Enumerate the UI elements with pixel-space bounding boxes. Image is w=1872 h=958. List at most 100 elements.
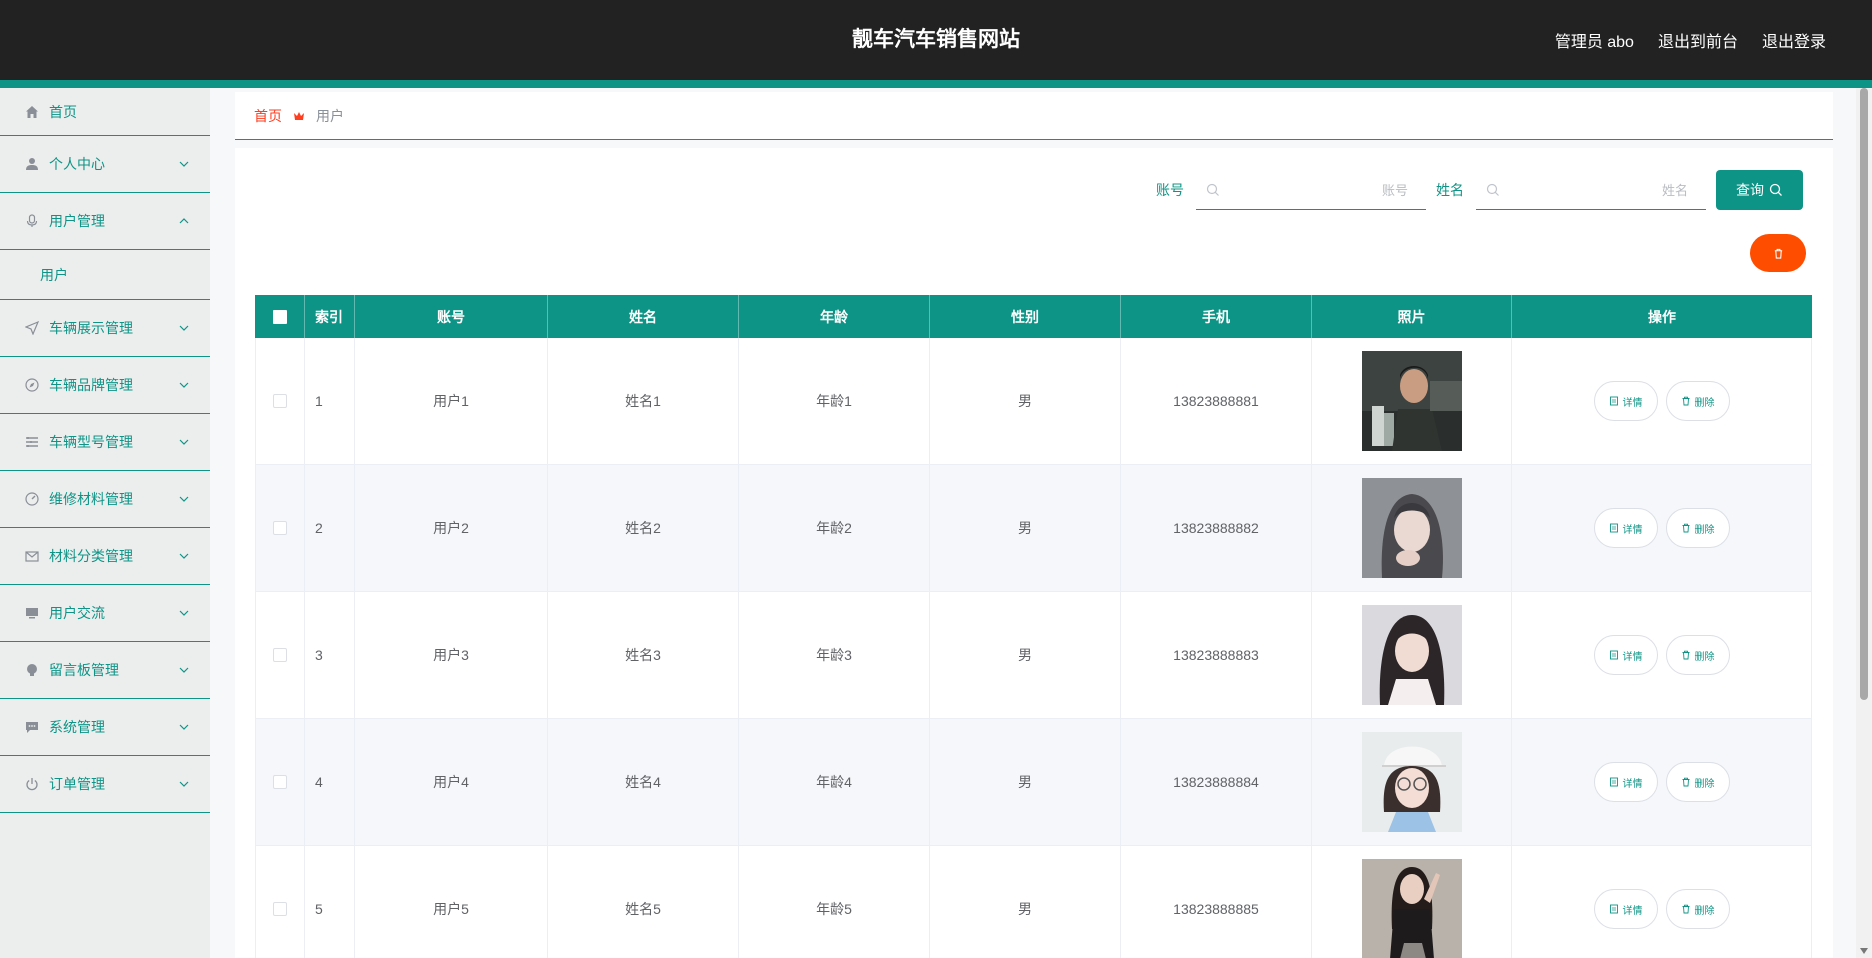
row-age: 年龄2 [739, 465, 930, 591]
sidebar-item-label: 材料分类管理 [49, 548, 133, 564]
chevron-down-icon [179, 667, 189, 673]
sidebar-item-label: 维修材料管理 [49, 491, 133, 507]
sidebar-item-profile[interactable]: 个人中心 [0, 136, 210, 193]
logout-link[interactable]: 退出登录 [1762, 28, 1826, 52]
row-account: 用户5 [355, 846, 548, 958]
chevron-down-icon [179, 325, 189, 331]
select-all-checkbox[interactable] [272, 309, 287, 324]
sidebar-item-home[interactable]: 首页 [0, 88, 210, 136]
row-account: 用户4 [355, 719, 548, 845]
detail-button[interactable]: 详情 [1593, 508, 1658, 548]
admin-user-link[interactable]: 管理员 abo [1555, 28, 1634, 52]
page-scrollbar[interactable] [1856, 88, 1872, 958]
name-search-input[interactable] [1476, 170, 1706, 210]
row-age: 年龄4 [739, 719, 930, 845]
row-checkbox[interactable] [273, 648, 287, 662]
row-checkbox[interactable] [273, 902, 287, 916]
sidebar-item-user-management[interactable]: 用户管理 [0, 193, 210, 250]
detail-button[interactable]: 详情 [1593, 635, 1658, 675]
row-name: 姓名2 [548, 465, 739, 591]
name-label: 姓名 [1436, 182, 1464, 198]
row-photo-cell [1312, 465, 1512, 591]
scroll-down-arrow-icon[interactable] [1860, 948, 1868, 954]
row-account: 用户1 [355, 338, 548, 464]
delete-button[interactable]: 删除 [1665, 889, 1730, 929]
sidebar-subitem-users[interactable]: 用户 [0, 250, 210, 300]
user-photo[interactable] [1361, 605, 1462, 705]
sidebar-item-repair-material[interactable]: 维修材料管理 [0, 471, 210, 528]
chevron-down-icon [179, 496, 189, 502]
chevron-down-icon [179, 781, 189, 787]
header-sex: 性别 [930, 295, 1121, 338]
row-age: 年龄3 [739, 592, 930, 718]
delete-button[interactable]: 删除 [1665, 508, 1730, 548]
trash-icon [1681, 777, 1691, 787]
row-index: 2 [305, 465, 355, 591]
sidebar-item-material-category[interactable]: 材料分类管理 [0, 528, 210, 585]
user-photo[interactable] [1361, 859, 1462, 958]
header-phone: 手机 [1121, 295, 1312, 338]
detail-button[interactable]: 详情 [1593, 762, 1658, 802]
sidebar-item-vehicle-model[interactable]: 车辆型号管理 [0, 414, 210, 471]
sidebar-item-vehicle-display[interactable]: 车辆展示管理 [0, 300, 210, 357]
exit-to-frontend-link[interactable]: 退出到前台 [1658, 28, 1738, 52]
batch-delete-button[interactable] [1750, 234, 1806, 272]
row-account: 用户3 [355, 592, 548, 718]
delete-button[interactable]: 删除 [1665, 762, 1730, 802]
delete-button-label: 删除 [1694, 778, 1715, 790]
document-icon [1609, 777, 1619, 787]
breadcrumb-home-link[interactable]: 首页 [254, 106, 282, 126]
sidebar-item-label: 系统管理 [49, 719, 105, 735]
sidebar-item-label: 车辆型号管理 [49, 434, 133, 450]
row-sex: 男 [930, 338, 1121, 464]
compass-icon [24, 377, 40, 393]
detail-button-label: 详情 [1622, 651, 1643, 663]
row-checkbox[interactable] [273, 521, 287, 535]
chevron-down-icon [179, 553, 189, 559]
sidebar-item-label: 首页 [49, 103, 77, 120]
delete-button[interactable]: 删除 [1665, 635, 1730, 675]
detail-button-label: 详情 [1622, 524, 1643, 536]
detail-button-label: 详情 [1622, 397, 1643, 409]
breadcrumb: 首页 用户 [235, 92, 1833, 140]
row-name: 姓名5 [548, 846, 739, 958]
user-photo[interactable] [1361, 351, 1462, 451]
sidebar-item-user-exchange[interactable]: 用户交流 [0, 585, 210, 642]
delete-button-label: 删除 [1694, 651, 1715, 663]
row-phone: 13823888883 [1121, 592, 1312, 718]
row-index: 3 [305, 592, 355, 718]
row-photo-cell [1312, 846, 1512, 958]
trash-icon [1774, 248, 1782, 259]
query-button[interactable]: 查询 [1716, 170, 1803, 210]
row-checkbox[interactable] [273, 775, 287, 789]
user-table: 索引 账号 姓名 年龄 性别 手机 照片 操作 1 用户1 姓名1 年龄1 男 … [255, 295, 1812, 958]
scrollbar-thumb[interactable] [1860, 88, 1868, 700]
sidebar-item-orders[interactable]: 订单管理 [0, 756, 210, 813]
account-search-input[interactable] [1196, 170, 1426, 210]
delete-button[interactable]: 删除 [1665, 381, 1730, 421]
search-icon [1769, 183, 1782, 196]
detail-button-label: 详情 [1622, 778, 1643, 790]
detail-button[interactable]: 详情 [1593, 889, 1658, 929]
row-select-cell [255, 465, 305, 591]
row-actions: 详情 删除 [1512, 465, 1812, 591]
trash-icon [1681, 650, 1691, 660]
user-photo[interactable] [1361, 732, 1462, 832]
chevron-down-icon [179, 382, 189, 388]
user-photo[interactable] [1361, 478, 1462, 578]
sidebar-item-system[interactable]: 系统管理 [0, 699, 210, 756]
row-name: 姓名1 [548, 338, 739, 464]
trash-icon [1681, 396, 1691, 406]
row-select-cell [255, 846, 305, 958]
row-actions: 详情 删除 [1512, 846, 1812, 958]
sidebar-item-vehicle-brand[interactable]: 车辆品牌管理 [0, 357, 210, 414]
sidebar: 首页 个人中心 用户管理 用户 车辆展示管理 车辆品牌管理 车辆型号管理 维修材… [0, 88, 210, 958]
sidebar-item-message-board[interactable]: 留言板管理 [0, 642, 210, 699]
detail-button[interactable]: 详情 [1593, 381, 1658, 421]
row-name: 姓名4 [548, 719, 739, 845]
sidebar-item-label: 车辆品牌管理 [49, 377, 133, 393]
row-checkbox[interactable] [273, 394, 287, 408]
row-sex: 男 [930, 719, 1121, 845]
sidebar-item-label: 用户管理 [49, 213, 105, 229]
row-sex: 男 [930, 465, 1121, 591]
